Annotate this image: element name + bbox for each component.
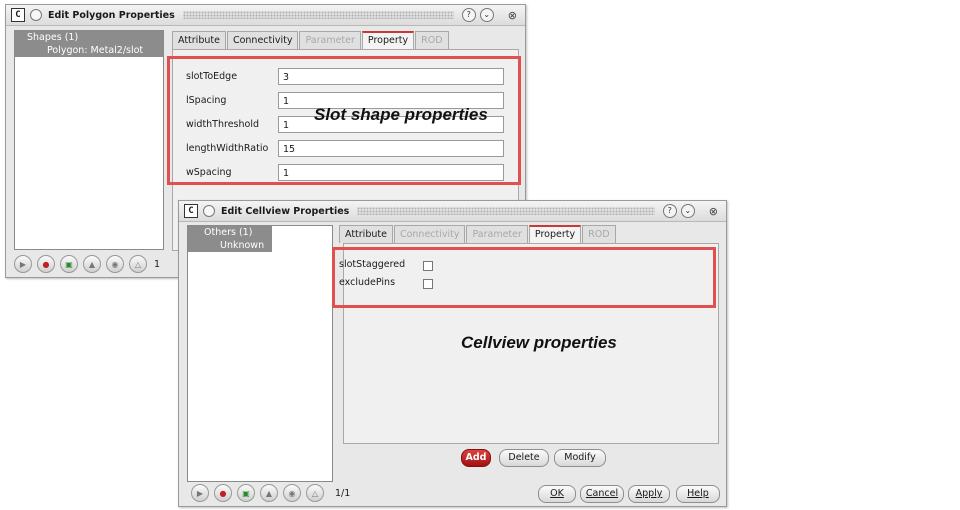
stop-icon[interactable]: ● <box>37 255 55 273</box>
window-menu-icon[interactable] <box>203 205 215 217</box>
cellview-tab-bar: Attribute Connectivity Parameter Property RO… <box>339 225 617 243</box>
titlebar-grip <box>182 11 454 19</box>
tab-attribute[interactable]: Attribute <box>172 31 226 49</box>
tree-node-unknown[interactable]: Unknown <box>188 239 272 252</box>
ok-button[interactable]: OK <box>538 485 576 503</box>
delete-button[interactable]: Delete <box>499 449 549 467</box>
help-button[interactable]: Help <box>676 485 720 503</box>
up-icon[interactable]: ▲ <box>260 484 278 502</box>
tree-node-shapes[interactable]: Shapes (1) <box>15 31 163 44</box>
others-tree[interactable]: Others (1) Unknown <box>187 225 333 482</box>
titlebar-grip <box>357 207 655 215</box>
window-menu-icon[interactable] <box>30 9 42 21</box>
cellview-counter: 1/1 <box>335 487 351 499</box>
polygon-window-titlebar[interactable]: C Edit Polygon Properties ? ⌄ ⊗ <box>6 5 525 26</box>
close-icon[interactable]: ⊗ <box>709 205 718 218</box>
polygon-toolbar: ▶ ● ▣ ▲ ◉ △ 1 <box>14 255 160 273</box>
triangle-icon[interactable]: △ <box>306 484 324 502</box>
modify-button[interactable]: Modify <box>554 449 606 467</box>
tab-parameter: Parameter <box>466 225 528 243</box>
app-icon: C <box>11 8 25 22</box>
minimize-icon[interactable]: ⌄ <box>479 8 494 22</box>
circle-icon[interactable]: ◉ <box>283 484 301 502</box>
tab-rod: ROD <box>415 31 449 49</box>
help-icon[interactable]: ? <box>662 204 677 218</box>
tree-node-polygon[interactable]: Polygon: Metal2/slot <box>15 44 163 57</box>
cellview-annotation: Cellview properties <box>461 333 617 352</box>
tab-attribute[interactable]: Attribute <box>339 225 393 243</box>
play-icon[interactable]: ▶ <box>14 255 32 273</box>
circle-icon[interactable]: ◉ <box>106 255 124 273</box>
tab-connectivity: Connectivity <box>393 225 466 243</box>
help-icon[interactable]: ? <box>461 8 476 22</box>
cellview-toolbar: ▶ ● ▣ ▲ ◉ △ 1/1 <box>191 484 350 502</box>
cellview-window-titlebar[interactable]: C Edit Cellview Properties ? ⌄ ⊗ <box>179 201 726 222</box>
tab-connectivity[interactable]: Connectivity <box>226 31 299 49</box>
up-icon[interactable]: ▲ <box>83 255 101 273</box>
tab-rod: ROD <box>582 225 616 243</box>
cancel-button[interactable]: Cancel <box>580 485 624 503</box>
tab-property[interactable]: Property <box>528 225 582 243</box>
tree-node-others[interactable]: Others (1) <box>188 226 272 239</box>
save-icon[interactable]: ▣ <box>237 484 255 502</box>
window-title: Edit Cellview Properties <box>221 205 350 217</box>
polygon-tab-bar: Attribute Connectivity Parameter Property RO… <box>172 31 450 49</box>
apply-button[interactable]: Apply <box>628 485 670 503</box>
close-icon[interactable]: ⊗ <box>508 9 517 22</box>
slot-annotation: Slot shape properties <box>314 105 488 124</box>
app-icon: C <box>184 204 198 218</box>
stop-icon[interactable]: ● <box>214 484 232 502</box>
play-icon[interactable]: ▶ <box>191 484 209 502</box>
add-button[interactable]: Add <box>461 449 491 467</box>
minimize-icon[interactable]: ⌄ <box>680 204 695 218</box>
shapes-tree[interactable]: Shapes (1) Polygon: Metal2/slot <box>14 30 164 250</box>
cellview-properties-highlight <box>332 247 716 308</box>
tab-parameter: Parameter <box>299 31 361 49</box>
save-icon[interactable]: ▣ <box>60 255 78 273</box>
window-title: Edit Polygon Properties <box>48 9 175 21</box>
tab-property[interactable]: Property <box>361 31 415 49</box>
triangle-icon[interactable]: △ <box>129 255 147 273</box>
polygon-counter: 1 <box>154 258 161 270</box>
